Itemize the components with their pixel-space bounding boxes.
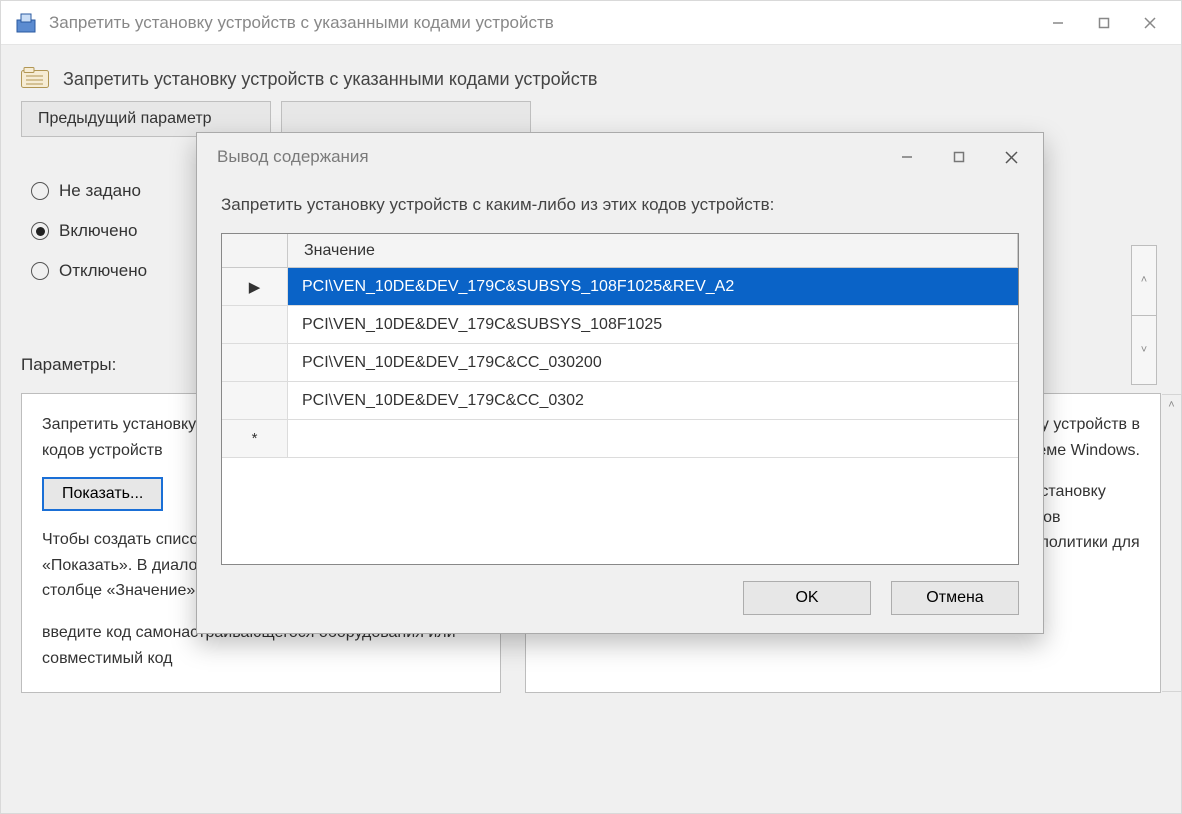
- radio-label: Отключено: [59, 261, 147, 281]
- grid-row[interactable]: PCI\VEN_10DE&DEV_179C&CC_0302: [222, 382, 1018, 420]
- radio-label: Включено: [59, 221, 137, 241]
- radio-icon: [31, 222, 49, 240]
- policy-header: Запретить установку устройств с указанны…: [21, 45, 1161, 101]
- row-indicator: [222, 382, 288, 419]
- dialog-titlebar: Вывод содержания: [197, 133, 1043, 181]
- chevron-up-icon: ˄: [1132, 246, 1156, 316]
- row-indicator: *: [222, 420, 288, 457]
- row-value[interactable]: PCI\VEN_10DE&DEV_179C&SUBSYS_108F1025&RE…: [288, 268, 1018, 305]
- grid-row[interactable]: PCI\VEN_10DE&DEV_179C&CC_030200: [222, 344, 1018, 382]
- grid-row[interactable]: ▶PCI\VEN_10DE&DEV_179C&SUBSYS_108F1025&R…: [222, 268, 1018, 306]
- row-indicator: ▶: [222, 268, 288, 305]
- policy-title: Запретить установку устройств с указанны…: [63, 69, 598, 90]
- show-list-button[interactable]: Показать...: [42, 477, 163, 511]
- show-contents-dialog: Вывод содержания Запретить установку уст…: [196, 132, 1044, 634]
- cancel-button[interactable]: Отмена: [891, 581, 1019, 615]
- value-column-header[interactable]: Значение: [288, 234, 1018, 267]
- radio-icon: [31, 262, 49, 280]
- parent-titlebar: Запретить установку устройств с указанны…: [1, 1, 1181, 45]
- dialog-minimize-button[interactable]: [881, 133, 933, 181]
- parent-window-title: Запретить установку устройств с указанны…: [49, 13, 1035, 33]
- close-button[interactable]: [1127, 1, 1173, 45]
- dialog-subtitle: Запретить установку устройств с каким-ли…: [221, 191, 1019, 233]
- row-value[interactable]: PCI\VEN_10DE&DEV_179C&SUBSYS_108F1025: [288, 306, 1018, 343]
- chevron-down-icon: ˅: [1132, 316, 1156, 385]
- dialog-close-button[interactable]: [985, 133, 1037, 181]
- grid-row[interactable]: *: [222, 420, 1018, 458]
- radio-icon: [31, 182, 49, 200]
- device-id-grid[interactable]: Значение ▶PCI\VEN_10DE&DEV_179C&SUBSYS_1…: [221, 233, 1019, 565]
- row-value[interactable]: [288, 420, 1018, 457]
- grid-row[interactable]: PCI\VEN_10DE&DEV_179C&SUBSYS_108F1025: [222, 306, 1018, 344]
- dialog-button-row: OK Отмена: [197, 565, 1043, 633]
- row-indicator-column: [222, 234, 288, 267]
- policy-icon: [15, 12, 37, 34]
- dialog-maximize-button[interactable]: [933, 133, 985, 181]
- settings-header-icon: [21, 67, 49, 91]
- comment-scrollbar[interactable]: ˄ ˅: [1131, 245, 1157, 385]
- grid-header: Значение: [222, 234, 1018, 268]
- chevron-up-icon: ˄: [1162, 397, 1181, 415]
- help-scrollbar[interactable]: ˄: [1162, 394, 1182, 692]
- row-indicator: [222, 306, 288, 343]
- minimize-button[interactable]: [1035, 1, 1081, 45]
- radio-label: Не задано: [59, 181, 141, 201]
- maximize-button[interactable]: [1081, 1, 1127, 45]
- row-value[interactable]: PCI\VEN_10DE&DEV_179C&CC_0302: [288, 382, 1018, 419]
- row-value[interactable]: PCI\VEN_10DE&DEV_179C&CC_030200: [288, 344, 1018, 381]
- dialog-title: Вывод содержания: [217, 147, 881, 167]
- row-indicator: [222, 344, 288, 381]
- ok-button[interactable]: OK: [743, 581, 871, 615]
